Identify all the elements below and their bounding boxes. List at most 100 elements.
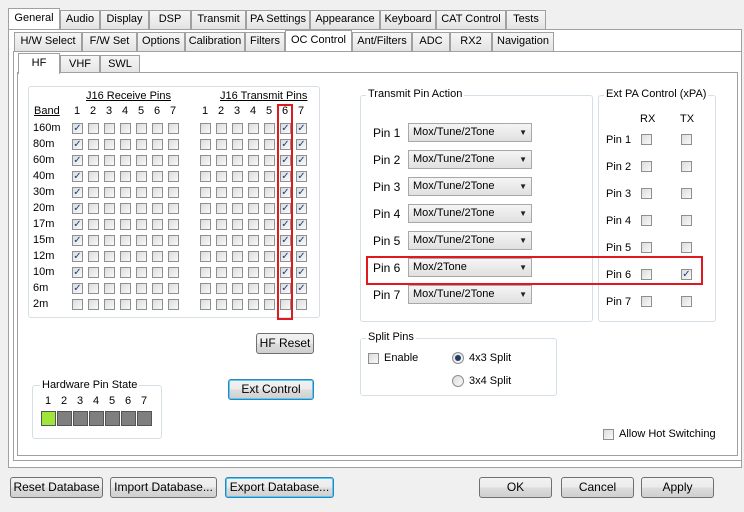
rx-pin-checkbox[interactable] [120, 139, 131, 150]
ext-pa-rx-checkbox[interactable] [641, 242, 652, 253]
tx-pin-checkbox[interactable]: ✓ [296, 123, 307, 134]
allow-hot-switching-checkbox[interactable] [603, 429, 614, 440]
rx-pin-checkbox[interactable] [104, 123, 115, 134]
tx-pin-checkbox[interactable] [216, 299, 227, 310]
rx-pin-checkbox[interactable]: ✓ [72, 235, 83, 246]
tab-transmit[interactable]: Transmit [191, 10, 246, 29]
tx-pin-checkbox[interactable] [200, 123, 211, 134]
tab-calibration[interactable]: Calibration [185, 32, 245, 51]
rx-pin-checkbox[interactable] [136, 171, 147, 182]
tx-pin-checkbox[interactable] [216, 123, 227, 134]
rx-pin-checkbox[interactable] [88, 283, 99, 294]
tx-pin-checkbox[interactable]: ✓ [296, 219, 307, 230]
rx-pin-checkbox[interactable] [104, 155, 115, 166]
rx-pin-checkbox[interactable] [88, 123, 99, 134]
rx-pin-checkbox[interactable] [88, 139, 99, 150]
rx-pin-checkbox[interactable] [136, 235, 147, 246]
rx-pin-checkbox[interactable] [152, 203, 163, 214]
rx-pin-checkbox[interactable] [88, 219, 99, 230]
tx-pin-checkbox[interactable] [248, 267, 259, 278]
tab-cat-control[interactable]: CAT Control [436, 10, 506, 29]
rx-pin-checkbox[interactable] [136, 139, 147, 150]
rx-pin-checkbox[interactable] [152, 171, 163, 182]
ext-pa-rx-checkbox[interactable] [641, 296, 652, 307]
tx-pin-checkbox[interactable] [216, 171, 227, 182]
tx-pin-checkbox[interactable] [216, 283, 227, 294]
tx-pin-checkbox[interactable] [232, 171, 243, 182]
tx-pin-action-select[interactable]: Mox/Tune/2Tone ▼ [408, 204, 532, 223]
rx-pin-checkbox[interactable] [168, 299, 179, 310]
ext-pa-rx-checkbox[interactable] [641, 215, 652, 226]
tx-pin-checkbox[interactable] [200, 299, 211, 310]
rx-pin-checkbox[interactable] [104, 283, 115, 294]
tab-appearance[interactable]: Appearance [310, 10, 380, 29]
tab-audio[interactable]: Audio [60, 10, 100, 29]
hf-reset-button[interactable]: HF Reset [256, 333, 314, 354]
tab-oc-control[interactable]: OC Control [285, 30, 352, 51]
rx-pin-checkbox[interactable] [88, 251, 99, 262]
ext-pa-tx-checkbox[interactable] [681, 134, 692, 145]
reset-database-button[interactable]: Reset Database [10, 477, 103, 498]
rx-pin-checkbox[interactable] [168, 219, 179, 230]
rx-pin-checkbox[interactable] [168, 267, 179, 278]
tab-hw-select[interactable]: H/W Select [14, 32, 82, 51]
tx-pin-checkbox[interactable]: ✓ [296, 187, 307, 198]
tab-dsp[interactable]: DSP [149, 10, 191, 29]
tx-pin-action-select[interactable]: Mox/Tune/2Tone ▼ [408, 150, 532, 169]
tab-keyboard[interactable]: Keyboard [380, 10, 436, 29]
tx-pin-checkbox[interactable]: ✓ [296, 235, 307, 246]
tx-pin-action-select[interactable]: Mox/Tune/2Tone ▼ [408, 123, 532, 142]
tx-pin-checkbox[interactable] [232, 283, 243, 294]
rx-pin-checkbox[interactable] [168, 155, 179, 166]
tx-pin-checkbox[interactable]: ✓ [296, 251, 307, 262]
tx-pin-checkbox[interactable] [264, 139, 275, 150]
tx-pin-checkbox[interactable] [248, 235, 259, 246]
split-3x4-radio[interactable] [452, 375, 464, 387]
tx-pin-checkbox[interactable] [216, 219, 227, 230]
rx-pin-checkbox[interactable] [88, 203, 99, 214]
rx-pin-checkbox[interactable] [136, 123, 147, 134]
rx-pin-checkbox[interactable] [120, 123, 131, 134]
rx-pin-checkbox[interactable] [104, 187, 115, 198]
tx-pin-checkbox[interactable] [200, 139, 211, 150]
tx-pin-checkbox[interactable] [248, 299, 259, 310]
ext-pa-rx-checkbox[interactable] [641, 188, 652, 199]
tx-pin-checkbox[interactable] [248, 171, 259, 182]
rx-pin-checkbox[interactable] [168, 123, 179, 134]
tx-pin-checkbox[interactable] [264, 299, 275, 310]
tx-pin-checkbox[interactable] [200, 171, 211, 182]
tx-pin-checkbox[interactable] [216, 251, 227, 262]
tx-pin-action-select[interactable]: Mox/Tune/2Tone ▼ [408, 231, 532, 250]
rx-pin-checkbox[interactable] [120, 235, 131, 246]
tab-display[interactable]: Display [100, 10, 149, 29]
rx-pin-checkbox[interactable] [120, 203, 131, 214]
rx-pin-checkbox[interactable] [72, 299, 83, 310]
rx-pin-checkbox[interactable] [104, 171, 115, 182]
rx-pin-checkbox[interactable] [104, 251, 115, 262]
tx-pin-checkbox[interactable] [248, 155, 259, 166]
ext-control-button[interactable]: Ext Control [228, 379, 314, 400]
tx-pin-checkbox[interactable] [200, 155, 211, 166]
apply-button[interactable]: Apply [641, 477, 714, 498]
tab-filters[interactable]: Filters [245, 32, 285, 51]
split-enable-checkbox[interactable] [368, 353, 379, 364]
tx-pin-checkbox[interactable] [232, 299, 243, 310]
ext-pa-tx-checkbox[interactable] [681, 242, 692, 253]
rx-pin-checkbox[interactable]: ✓ [72, 155, 83, 166]
rx-pin-checkbox[interactable] [168, 203, 179, 214]
tx-pin-checkbox[interactable] [248, 139, 259, 150]
tx-pin-checkbox[interactable] [216, 139, 227, 150]
rx-pin-checkbox[interactable]: ✓ [72, 123, 83, 134]
tab-adc[interactable]: ADC [412, 32, 450, 51]
tx-pin-checkbox[interactable]: ✓ [296, 139, 307, 150]
tx-pin-checkbox[interactable] [200, 187, 211, 198]
rx-pin-checkbox[interactable] [88, 171, 99, 182]
tx-pin-checkbox[interactable] [200, 203, 211, 214]
rx-pin-checkbox[interactable] [152, 219, 163, 230]
ext-pa-rx-checkbox[interactable] [641, 161, 652, 172]
rx-pin-checkbox[interactable] [152, 187, 163, 198]
rx-pin-checkbox[interactable] [88, 299, 99, 310]
tx-pin-checkbox[interactable] [200, 219, 211, 230]
rx-pin-checkbox[interactable] [104, 139, 115, 150]
tx-pin-checkbox[interactable] [232, 203, 243, 214]
